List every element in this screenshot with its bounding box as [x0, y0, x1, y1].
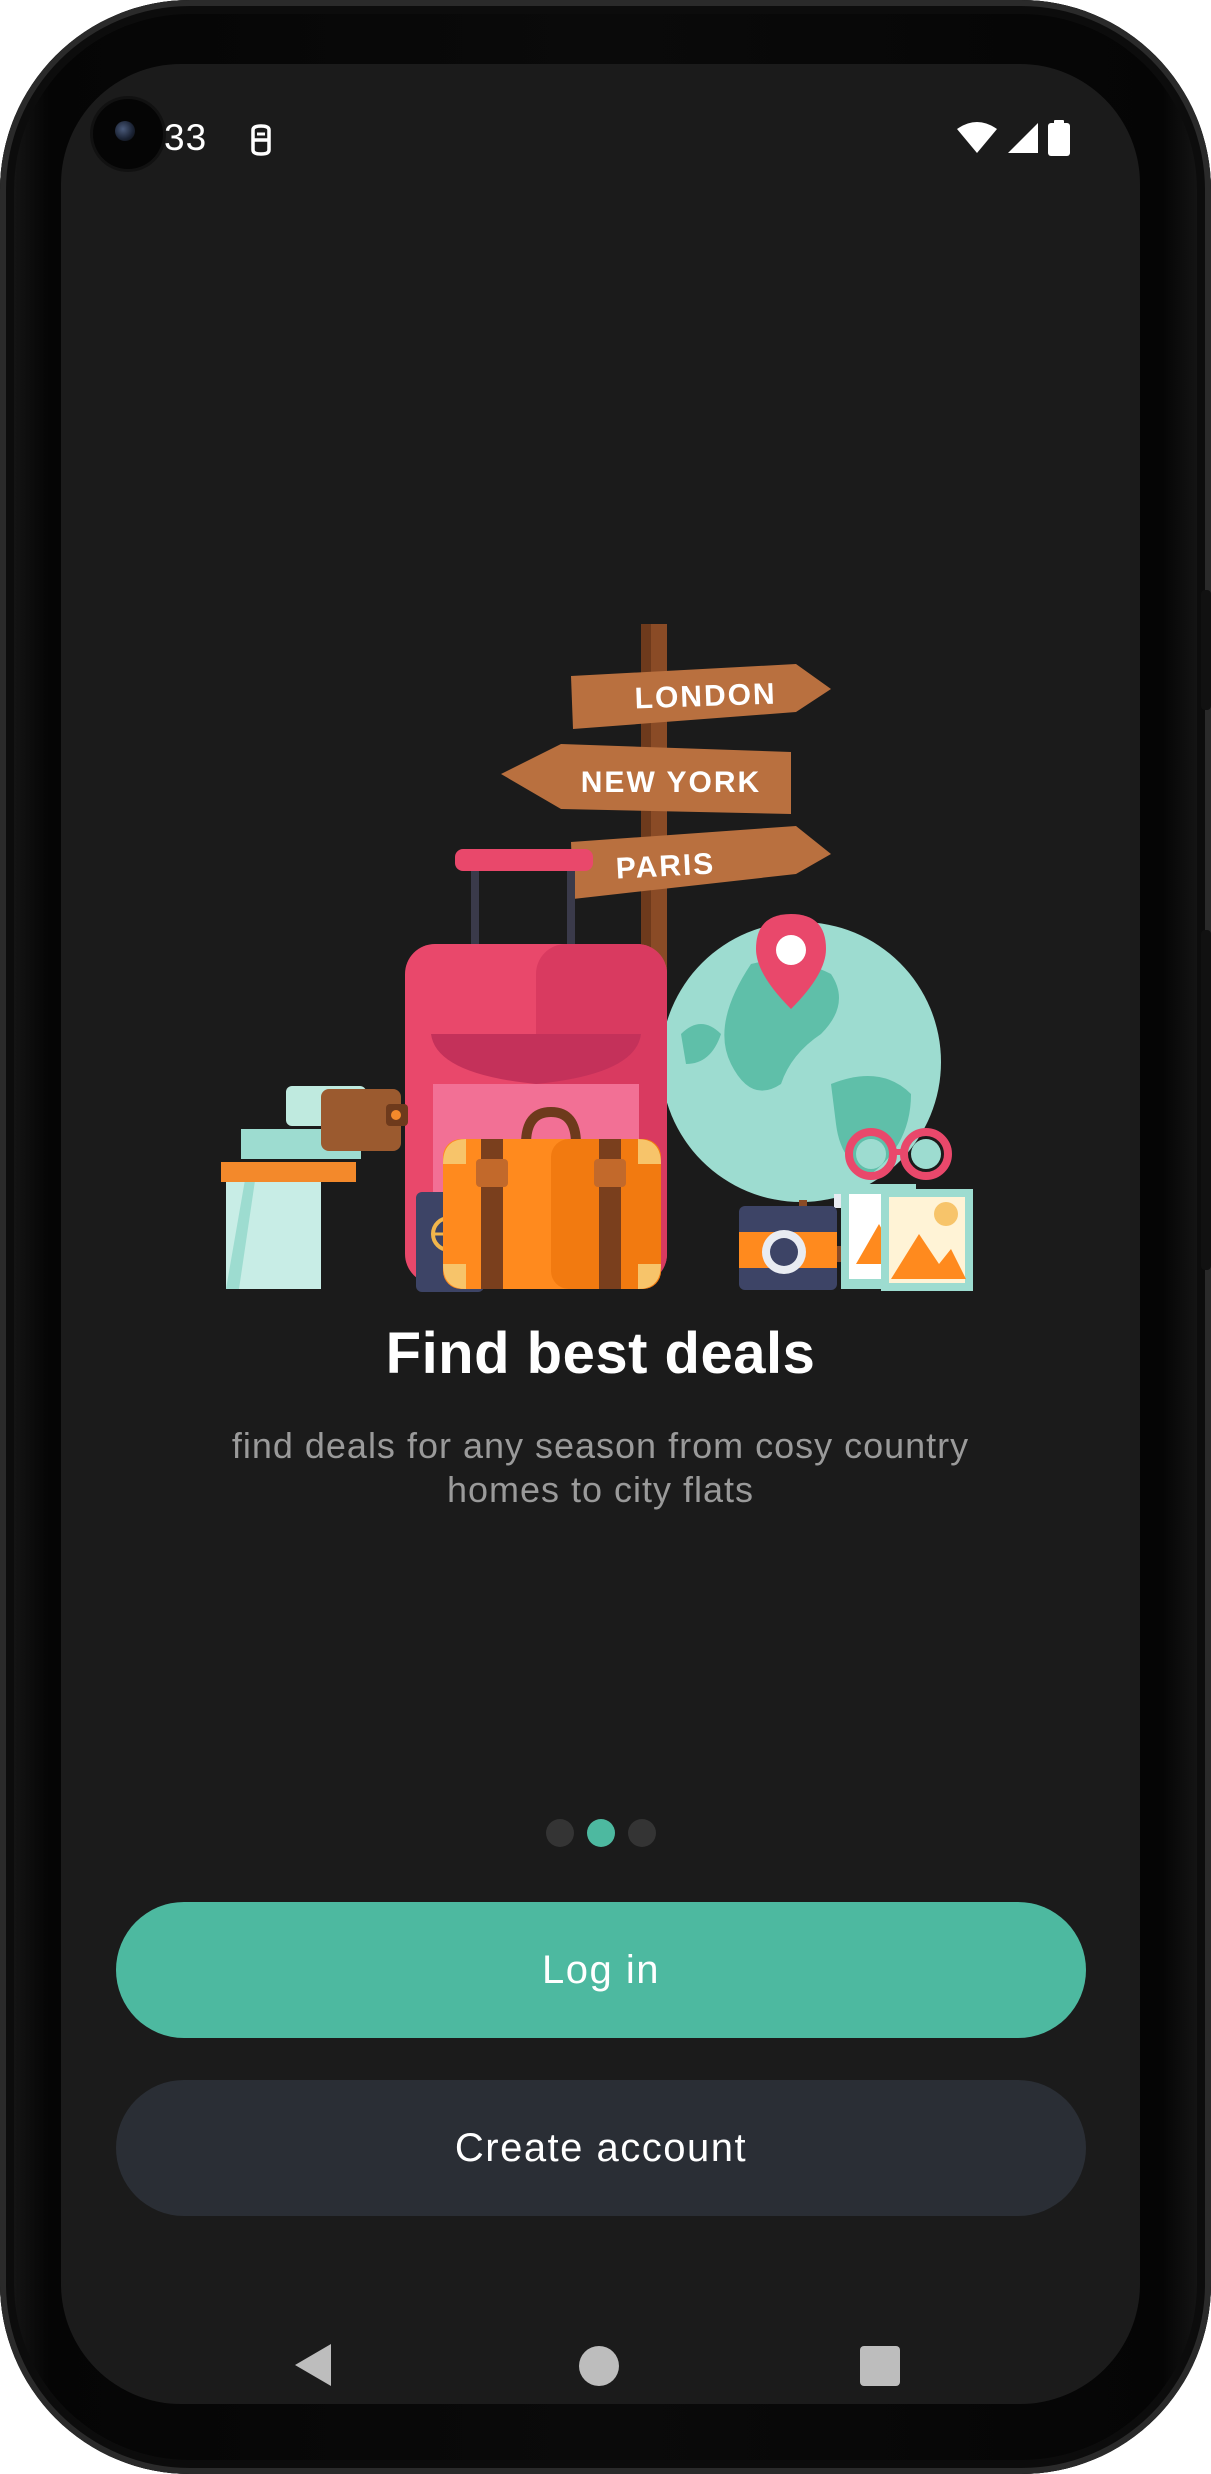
sign-london: LONDON	[571, 664, 831, 729]
sign-new-york: NEW YORK	[501, 744, 791, 814]
page-dot-2-active[interactable]	[586, 1819, 615, 1847]
mail-icon	[251, 124, 271, 156]
page-dot-1[interactable]	[545, 1819, 574, 1847]
photos	[841, 1184, 973, 1291]
status-time: 33	[164, 117, 208, 158]
volume-button	[1201, 590, 1211, 710]
system-nav-bar	[61, 2334, 1140, 2394]
power-button	[1201, 930, 1211, 1270]
battery-icon	[1048, 120, 1070, 156]
onboarding-title: Find best deals	[385, 1321, 816, 1386]
login-button[interactable]: Log in	[116, 1902, 1086, 2038]
wifi-icon	[957, 122, 997, 153]
front-camera	[93, 99, 163, 169]
travel-illustration: LONDON NEW YORK PARIS	[221, 624, 973, 1292]
back-icon[interactable]	[293, 2342, 333, 2388]
app-screen: 33 LONDON NEW YORK PARIS Find best deals…	[61, 64, 1140, 2404]
camera-prop	[739, 1194, 856, 1290]
phone-frame: 33 LONDON NEW YORK PARIS Find best deals…	[0, 0, 1211, 2474]
create-account-button[interactable]: Create account	[116, 2080, 1086, 2216]
recents-icon[interactable]	[860, 2346, 900, 2386]
page-indicator	[61, 1819, 1140, 1847]
sign-paris: PARIS	[571, 826, 831, 899]
signal-icon	[1008, 123, 1038, 153]
page-dot-3[interactable]	[627, 1819, 656, 1847]
svg-text:NEW YORK: NEW YORK	[581, 766, 761, 799]
home-icon[interactable]	[579, 2346, 619, 2386]
status-icons	[956, 120, 1070, 156]
svg-text:PARIS: PARIS	[615, 847, 716, 885]
svg-text:LONDON: LONDON	[634, 678, 777, 716]
onboarding-subtitle: find deals for any season from cosy coun…	[231, 1425, 970, 1510]
wallet	[221, 1086, 408, 1289]
